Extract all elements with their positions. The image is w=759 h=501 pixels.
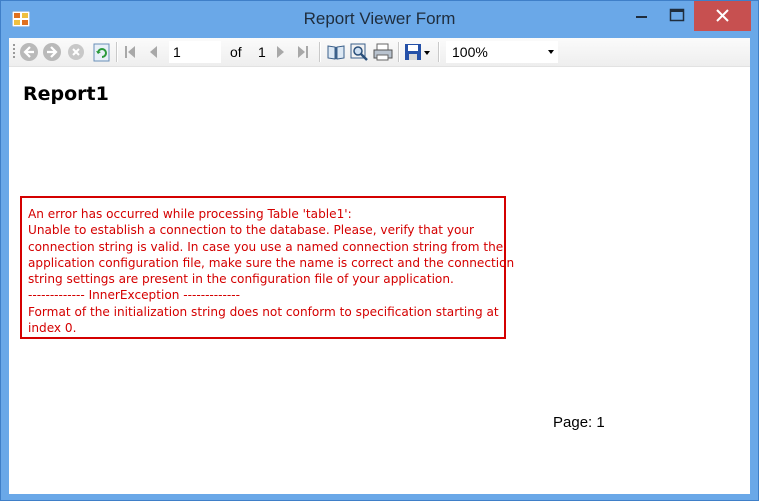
maximize-button[interactable]: [660, 1, 694, 31]
error-line: application configuration file, make sur…: [28, 255, 515, 270]
report-toolbar: of 1 100%: [9, 38, 750, 67]
app-window: Report Viewer Form of 1: [0, 0, 759, 501]
save-icon[interactable]: [404, 42, 422, 62]
error-line: Format of the initialization string does…: [28, 304, 499, 319]
current-page-input[interactable]: [169, 41, 221, 63]
forward-icon[interactable]: [42, 42, 62, 62]
back-icon[interactable]: [19, 42, 39, 62]
toolbar-separator: [116, 42, 118, 62]
page-number-footer: Page: 1: [553, 414, 605, 431]
previous-page-icon[interactable]: [147, 42, 159, 62]
zoom-select[interactable]: 100%: [446, 41, 558, 63]
zoom-value: 100%: [452, 44, 488, 60]
first-page-icon[interactable]: [123, 42, 137, 62]
next-page-icon[interactable]: [275, 42, 287, 62]
report-title: Report1: [23, 83, 109, 105]
of-label: of: [230, 44, 242, 60]
toolbar-separator: [319, 42, 321, 62]
toolbar-grip[interactable]: [11, 42, 17, 62]
error-line: connection string is valid. In case you …: [28, 239, 504, 254]
error-message-box: An error has occurred while processing T…: [20, 196, 515, 339]
minimize-button[interactable]: [622, 1, 662, 31]
toolbar-separator: [438, 42, 440, 62]
minimize-icon: [636, 16, 647, 18]
stop-icon[interactable]: [66, 42, 86, 62]
error-line: string settings are present in the confi…: [28, 272, 454, 287]
total-pages: 1: [258, 44, 266, 60]
export-dropdown-icon[interactable]: [423, 42, 431, 62]
toolbar-separator: [398, 42, 400, 62]
report-viewer: of 1 100% Report1 An error has occurred …: [9, 38, 750, 494]
print-layout-icon[interactable]: [349, 42, 369, 62]
chevron-down-icon: [548, 50, 554, 54]
error-line: Unable to establish a connection to the …: [28, 223, 475, 238]
last-page-icon[interactable]: [296, 42, 310, 62]
document-map-icon[interactable]: [326, 42, 346, 62]
close-button[interactable]: [694, 1, 751, 31]
print-icon[interactable]: [372, 42, 394, 62]
maximize-icon: [669, 8, 685, 22]
refresh-icon[interactable]: [93, 42, 111, 62]
error-line: ------------- InnerException -----------…: [28, 288, 240, 303]
close-icon: [716, 9, 729, 22]
error-line: An error has occurred while processing T…: [28, 207, 352, 221]
error-line: index 0.: [28, 321, 77, 336]
title-bar[interactable]: Report Viewer Form: [1, 1, 758, 38]
